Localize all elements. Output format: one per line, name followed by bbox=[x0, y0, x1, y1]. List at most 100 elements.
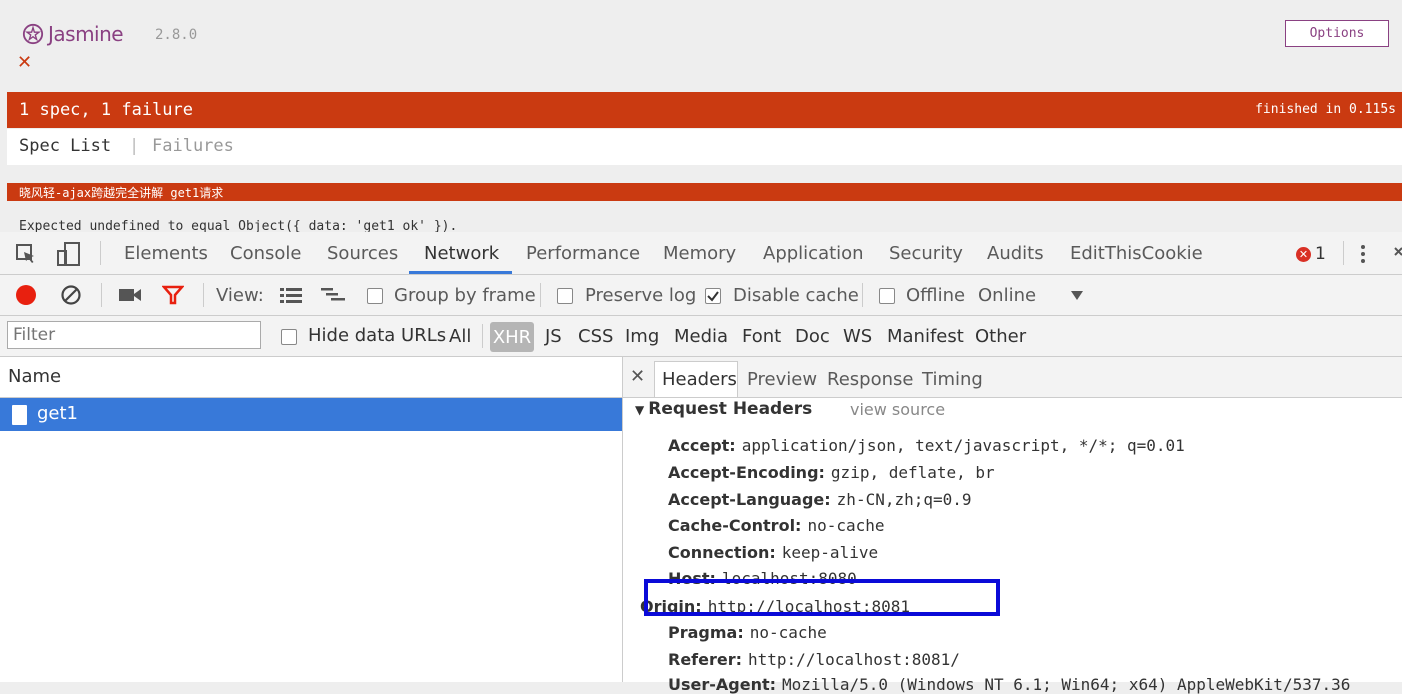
header-value: no-cache bbox=[807, 516, 885, 535]
request-headers-section[interactable]: ▼ Request Headers bbox=[635, 399, 812, 419]
tab-application[interactable]: Application bbox=[763, 243, 864, 264]
header-key: Referer: bbox=[668, 650, 743, 669]
request-list: Name get1 bbox=[0, 357, 623, 682]
tab-elements[interactable]: Elements bbox=[124, 243, 208, 264]
menu-separator: | bbox=[129, 136, 140, 156]
error-count-badge[interactable]: ✕ 1 bbox=[1296, 244, 1326, 264]
network-filter-bar: Hide data URLs All XHR JS CSS Img Media … bbox=[0, 316, 1402, 357]
filter-type-css[interactable]: CSS bbox=[578, 326, 613, 347]
jasmine-reporter: Jasmine 2.8.0 ✕ Options 1 spec, 1 failur… bbox=[0, 0, 1402, 234]
filter-type-img[interactable]: Img bbox=[625, 326, 659, 347]
tab-performance[interactable]: Performance bbox=[526, 243, 640, 264]
close-icon[interactable]: ✕ bbox=[17, 52, 32, 73]
header-row: Accept: application/json, text/javascript… bbox=[668, 436, 1185, 455]
large-rows-icon[interactable] bbox=[279, 286, 303, 304]
header-row: Cache-Control: no-cache bbox=[668, 516, 885, 535]
preserve-log-checkbox[interactable] bbox=[557, 288, 573, 304]
spec-list-link[interactable]: Spec List bbox=[19, 136, 111, 156]
header-key: User-Agent: bbox=[668, 675, 777, 694]
jasmine-logo: Jasmine bbox=[22, 22, 124, 46]
filter-type-js[interactable]: JS bbox=[545, 326, 562, 347]
tab-headers[interactable]: Headers bbox=[662, 369, 737, 390]
filter-type-font[interactable]: Font bbox=[742, 326, 781, 347]
tab-memory[interactable]: Memory bbox=[663, 243, 736, 264]
view-source-link[interactable]: view source bbox=[850, 400, 945, 419]
filter-icon[interactable] bbox=[162, 285, 184, 305]
toolbar-divider bbox=[1343, 241, 1344, 265]
tab-response[interactable]: Response bbox=[827, 369, 913, 390]
inspect-element-icon[interactable] bbox=[15, 243, 37, 265]
failure-summary-bar: 1 spec, 1 failure finished in 0.115s bbox=[7, 92, 1402, 128]
tab-audits[interactable]: Audits bbox=[987, 243, 1044, 264]
filter-type-xhr[interactable]: XHR bbox=[490, 322, 534, 352]
results-menu: Spec List | Failures bbox=[7, 129, 1402, 165]
spec-summary: 1 spec, 1 failure bbox=[19, 100, 193, 120]
header-value: gzip, deflate, br bbox=[830, 463, 995, 482]
tab-network[interactable]: Network bbox=[424, 243, 499, 264]
header-row: Accept-Encoding: gzip, deflate, br bbox=[668, 463, 995, 482]
header-key: Accept-Language: bbox=[668, 490, 831, 509]
tab-preview[interactable]: Preview bbox=[747, 369, 817, 390]
error-icon: ✕ bbox=[1296, 246, 1311, 262]
header-row: Referer: http://localhost:8081/ bbox=[668, 650, 960, 669]
active-tab-indicator bbox=[409, 271, 512, 274]
header-key: Connection: bbox=[668, 543, 776, 562]
network-toolbar: View: Group by frame Preserve log Disabl… bbox=[0, 275, 1402, 316]
header-value: zh-CN,zh;q=0.9 bbox=[836, 490, 972, 509]
tab-timing[interactable]: Timing bbox=[922, 369, 983, 390]
filter-type-all[interactable]: All bbox=[449, 326, 471, 347]
header-row: User-Agent: Mozilla/5.0 (Windows NT 6.1; … bbox=[668, 675, 1350, 694]
camera-icon[interactable] bbox=[118, 286, 142, 304]
failed-spec-name[interactable]: 晓风轻-ajax跨越完全讲解 get1请求 bbox=[19, 184, 223, 201]
filter-type-doc[interactable]: Doc bbox=[795, 326, 830, 347]
clear-icon[interactable] bbox=[60, 284, 82, 306]
toolbar-divider bbox=[203, 283, 204, 307]
request-headers-title: Request Headers bbox=[648, 399, 813, 419]
document-icon bbox=[12, 405, 27, 425]
name-column-label: Name bbox=[8, 366, 62, 387]
close-devtools-icon[interactable] bbox=[1394, 245, 1402, 263]
preserve-log-label: Preserve log bbox=[585, 285, 697, 306]
header-value: Mozilla/5.0 (Windows NT 6.1; Win64; x64)… bbox=[782, 675, 1351, 694]
filter-type-manifest[interactable]: Manifest bbox=[887, 326, 964, 347]
header-key: Cache-Control: bbox=[668, 516, 802, 535]
jasmine-flower-icon bbox=[22, 23, 44, 45]
dropdown-arrow-icon[interactable] bbox=[1070, 289, 1084, 301]
filter-type-media[interactable]: Media bbox=[674, 326, 728, 347]
header-key: Accept: bbox=[668, 436, 736, 455]
group-by-frame-label: Group by frame bbox=[394, 285, 536, 306]
error-count: 1 bbox=[1315, 244, 1326, 264]
tab-editthiscookie[interactable]: EditThisCookie bbox=[1070, 243, 1203, 264]
request-row[interactable]: get1 bbox=[0, 398, 622, 431]
filter-type-ws[interactable]: WS bbox=[843, 326, 872, 347]
disable-cache-label: Disable cache bbox=[733, 285, 859, 306]
filter-type-other[interactable]: Other bbox=[975, 326, 1026, 347]
devtools-tabbar: Elements Console Sources Network Perform… bbox=[0, 232, 1402, 275]
failed-spec-bar: 晓风轻-ajax跨越完全讲解 get1请求 bbox=[7, 183, 1402, 201]
failures-link[interactable]: Failures bbox=[152, 136, 234, 156]
header-row: Pragma: no-cache bbox=[668, 623, 827, 642]
options-button[interactable]: Options bbox=[1285, 20, 1389, 47]
header-value: no-cache bbox=[749, 623, 827, 642]
device-toolbar-icon[interactable] bbox=[56, 241, 82, 267]
filter-input[interactable] bbox=[7, 321, 261, 349]
hide-data-urls-checkbox[interactable] bbox=[281, 329, 297, 345]
toolbar-divider bbox=[100, 241, 101, 265]
close-detail-icon[interactable]: ✕ bbox=[630, 366, 645, 387]
tab-sources[interactable]: Sources bbox=[327, 243, 398, 264]
offline-label: Offline bbox=[906, 285, 966, 306]
group-by-frame-checkbox[interactable] bbox=[367, 288, 383, 304]
waterfall-icon[interactable] bbox=[320, 286, 348, 304]
header-key: Accept-Encoding: bbox=[668, 463, 825, 482]
name-column-header[interactable]: Name bbox=[0, 357, 622, 398]
tab-console[interactable]: Console bbox=[230, 243, 301, 264]
more-menu-icon[interactable] bbox=[1358, 243, 1368, 265]
tab-security[interactable]: Security bbox=[889, 243, 963, 264]
jasmine-version: 2.8.0 bbox=[155, 27, 198, 43]
disable-cache-checkbox[interactable] bbox=[705, 288, 721, 304]
origin-highlight-box bbox=[644, 579, 1000, 616]
record-icon[interactable] bbox=[15, 284, 37, 306]
throttling-select[interactable]: Online bbox=[978, 285, 1036, 306]
toolbar-divider bbox=[101, 283, 102, 307]
offline-checkbox[interactable] bbox=[879, 288, 895, 304]
